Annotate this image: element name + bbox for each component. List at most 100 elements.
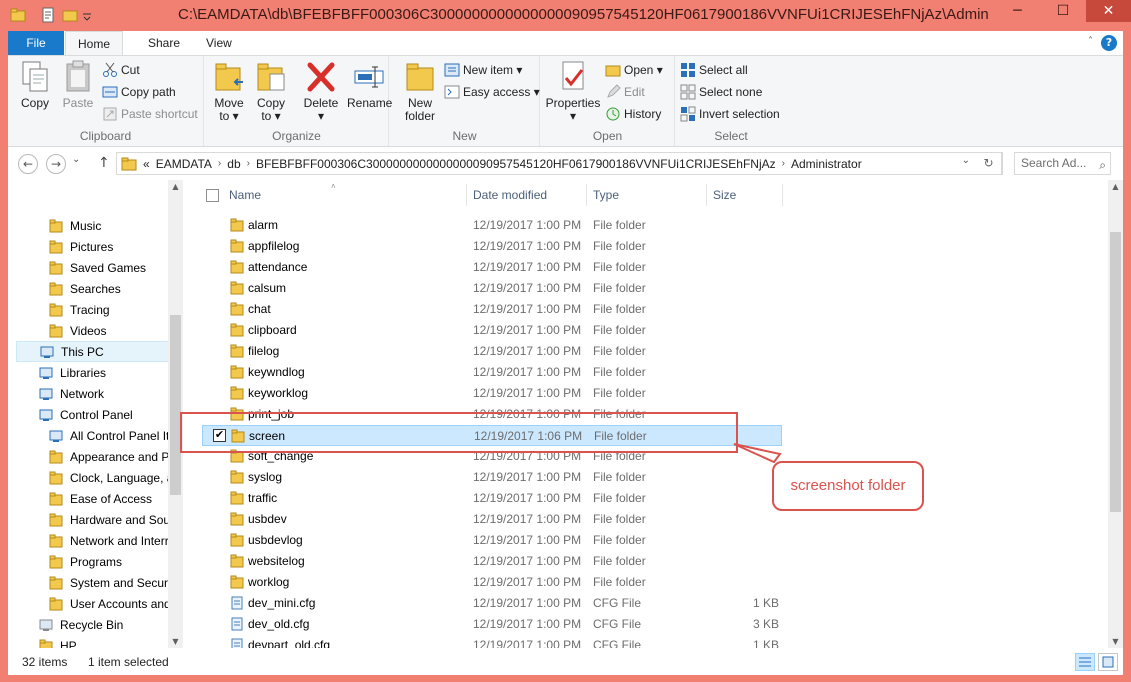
- edit-button[interactable]: Edit: [605, 82, 645, 102]
- minimize-button[interactable]: ─: [995, 0, 1040, 22]
- tab-view[interactable]: View: [194, 31, 244, 55]
- file-list-scrollbar[interactable]: ▲ ▼: [1108, 180, 1123, 648]
- nav-item[interactable]: Hardware and Sou: [8, 509, 183, 530]
- copy-path-button[interactable]: Copy path: [102, 82, 176, 102]
- copy-to-button[interactable]: Copy to ▾: [254, 60, 288, 123]
- nav-item[interactable]: Appearance and Pe: [8, 446, 183, 467]
- properties-button[interactable]: Properties ▾: [545, 60, 601, 123]
- nav-item[interactable]: User Accounts and: [8, 593, 183, 614]
- quick-access-dropdown-icon[interactable]: [82, 7, 92, 23]
- breadcrumb-eamdata[interactable]: EAMDATA: [156, 157, 212, 171]
- nav-scroll-thumb[interactable]: [170, 315, 181, 495]
- nav-item[interactable]: Saved Games: [8, 257, 183, 278]
- file-row[interactable]: usbdev 12/19/2017 1:00 PM File folder: [202, 509, 782, 530]
- nav-item[interactable]: Network: [8, 383, 183, 404]
- file-row[interactable]: dev_mini.cfg 12/19/2017 1:00 PM CFG File 1 …: [202, 593, 782, 614]
- help-icon[interactable]: ?: [1101, 35, 1117, 51]
- file-row[interactable]: keywndlog 12/19/2017 1:00 PM File folder: [202, 362, 782, 383]
- ribbon-collapse-icon[interactable]: ˄: [1088, 36, 1093, 47]
- file-row[interactable]: traffic 12/19/2017 1:00 PM File folder: [202, 488, 782, 509]
- column-divider[interactable]: [466, 184, 467, 206]
- up-button[interactable]: ↑: [98, 155, 110, 171]
- invert-selection-button[interactable]: Invert selection: [680, 104, 780, 124]
- breadcrumb-db[interactable]: db: [227, 157, 240, 171]
- maximize-button[interactable]: ☐: [1040, 0, 1086, 22]
- close-button[interactable]: ✕: [1086, 0, 1131, 22]
- nav-scroll-up-icon[interactable]: ▲: [168, 182, 183, 191]
- forward-button[interactable]: →: [46, 154, 66, 174]
- file-row[interactable]: alarm 12/19/2017 1:00 PM File folder: [202, 215, 782, 236]
- file-row[interactable]: dev_old.cfg 12/19/2017 1:00 PM CFG File 3 K…: [202, 614, 782, 635]
- breadcrumb-separator[interactable]: ›: [218, 158, 221, 169]
- delete-button[interactable]: Delete ▾: [302, 60, 340, 123]
- cut-button[interactable]: Cut: [102, 60, 140, 80]
- file-row[interactable]: syslog 12/19/2017 1:00 PM File folder: [202, 467, 782, 488]
- nav-item[interactable]: Tracing: [8, 299, 183, 320]
- column-divider[interactable]: [586, 184, 587, 206]
- breadcrumb-separator[interactable]: ›: [782, 158, 785, 169]
- nav-item[interactable]: Searches: [8, 278, 183, 299]
- file-row[interactable]: keyworklog 12/19/2017 1:00 PM File folder: [202, 383, 782, 404]
- file-row[interactable]: attendance 12/19/2017 1:00 PM File folder: [202, 257, 782, 278]
- file-row[interactable]: clipboard 12/19/2017 1:00 PM File folder: [202, 320, 782, 341]
- nav-item[interactable]: Ease of Access: [8, 488, 183, 509]
- tab-share[interactable]: Share: [136, 31, 192, 55]
- move-to-button[interactable]: Move to ▾: [212, 60, 246, 123]
- file-row[interactable]: websitelog 12/19/2017 1:00 PM File folder: [202, 551, 782, 572]
- nav-item[interactable]: Recycle Bin: [8, 614, 183, 635]
- breadcrumb-device-id[interactable]: BFEBFBFF000306C3000000000000000090957545…: [256, 157, 776, 171]
- nav-item[interactable]: Clock, Language, a: [8, 467, 183, 488]
- details-view-button[interactable]: [1075, 653, 1095, 671]
- select-none-button[interactable]: Select none: [680, 82, 762, 102]
- nav-item[interactable]: Network and Interr: [8, 530, 183, 551]
- address-dropdown-icon[interactable]: ⌄: [962, 155, 970, 166]
- file-row[interactable]: calsum 12/19/2017 1:00 PM File folder: [202, 278, 782, 299]
- nav-item[interactable]: Pictures: [8, 236, 183, 257]
- nav-item[interactable]: Music: [8, 215, 183, 236]
- paste-button[interactable]: Paste: [60, 60, 96, 110]
- nav-item[interactable]: HP: [8, 635, 183, 648]
- back-button[interactable]: ←: [18, 154, 38, 174]
- column-header-date[interactable]: Date modified: [473, 180, 547, 210]
- column-header-type[interactable]: Type: [593, 180, 619, 210]
- scroll-thumb[interactable]: [1110, 232, 1121, 512]
- file-row[interactable]: filelog 12/19/2017 1:00 PM File folder: [202, 341, 782, 362]
- easy-access-button[interactable]: Easy access ▾: [444, 82, 540, 102]
- tab-file[interactable]: File: [8, 31, 64, 55]
- nav-item[interactable]: This PC: [16, 341, 176, 362]
- properties-quick-icon[interactable]: [40, 7, 56, 23]
- new-item-button[interactable]: New item ▾: [444, 60, 522, 80]
- open-button[interactable]: Open ▾: [605, 60, 663, 80]
- file-row[interactable]: worklog 12/19/2017 1:00 PM File folder: [202, 572, 782, 593]
- column-divider[interactable]: [706, 184, 707, 206]
- nav-scroll-down-icon[interactable]: ▼: [168, 637, 183, 646]
- tab-home[interactable]: Home: [65, 31, 124, 56]
- large-icons-view-button[interactable]: [1098, 653, 1118, 671]
- column-header-name[interactable]: Name: [229, 180, 261, 210]
- column-divider[interactable]: [782, 184, 783, 206]
- breadcrumb-separator[interactable]: ›: [247, 158, 250, 169]
- nav-item[interactable]: All Control Panel It: [8, 425, 183, 446]
- refresh-button[interactable]: ↻: [976, 152, 1002, 175]
- nav-item[interactable]: Videos: [8, 320, 183, 341]
- recent-locations-icon[interactable]: ⌄: [72, 154, 80, 165]
- paste-shortcut-button[interactable]: Paste shortcut: [102, 104, 198, 124]
- history-button[interactable]: History: [605, 104, 661, 124]
- address-bar[interactable]: « EAMDATA › db › BFEBFBFF000306C30000000…: [116, 152, 1003, 175]
- column-header-size[interactable]: Size: [713, 180, 736, 210]
- file-row[interactable]: chat 12/19/2017 1:00 PM File folder: [202, 299, 782, 320]
- new-folder-button[interactable]: New folder: [402, 60, 438, 123]
- nav-item[interactable]: Control Panel: [8, 404, 183, 425]
- file-row[interactable]: usbdevlog 12/19/2017 1:00 PM File folder: [202, 530, 782, 551]
- search-input[interactable]: Search Ad... ⌕: [1014, 152, 1111, 175]
- app-folder-icon[interactable]: [10, 7, 26, 23]
- file-row[interactable]: appfilelog 12/19/2017 1:00 PM File folder: [202, 236, 782, 257]
- scroll-up-icon[interactable]: ▲: [1108, 182, 1123, 191]
- select-all-checkbox[interactable]: [206, 189, 219, 202]
- scroll-down-icon[interactable]: ▼: [1108, 637, 1123, 646]
- rename-button[interactable]: Rename: [347, 60, 392, 110]
- breadcrumb-administrator[interactable]: Administrator: [791, 157, 862, 171]
- copy-button[interactable]: Copy: [18, 60, 52, 110]
- select-all-button[interactable]: Select all: [680, 60, 748, 80]
- breadcrumb-overflow[interactable]: «: [143, 157, 150, 171]
